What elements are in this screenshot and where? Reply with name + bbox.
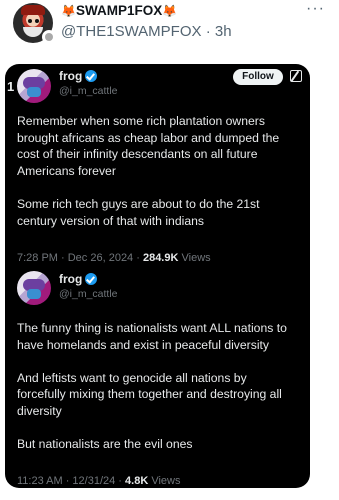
- tweet-text: The funny thing is nationalists want ALL…: [17, 320, 309, 453]
- frog-avatar-shape: [27, 289, 41, 299]
- tweet-timestamp: 7:28 PM · Dec 26, 2024 ·: [17, 252, 143, 264]
- follow-button: Follow: [233, 69, 283, 85]
- grok-icon: [290, 70, 302, 82]
- author-handle-line: @THE1SWAMPFOX · 3h: [61, 23, 232, 40]
- verified-badge-icon: [85, 70, 98, 82]
- tweet-meta: 7:28 PM · Dec 26, 2024 · 284.9K Views: [17, 252, 211, 264]
- verified-badge-icon: [85, 273, 98, 285]
- views-count: 284.9K: [142, 252, 179, 264]
- tweet-author-handle: @i_m_cattle: [59, 288, 118, 300]
- tweet-timestamp: 11:23 AM · 12/31/24 ·: [17, 475, 126, 487]
- tweet-paragraph: But nationalists are the evil ones: [17, 437, 193, 452]
- tweet-author-name: frog: [59, 69, 98, 83]
- author-display-name[interactable]: 🦊SWAMP1FOX🦊: [61, 3, 177, 18]
- handle-separator: ·: [205, 23, 215, 40]
- tweet-paragraph: The funny thing is nationalists want ALL…: [17, 321, 287, 352]
- views-label: Views: [148, 475, 181, 487]
- frog-avatar: [17, 271, 51, 305]
- tweet-paragraph: Remember when some rich plantation owner…: [17, 114, 280, 178]
- edge-number: 1: [7, 79, 15, 94]
- fox-emoji-icon: 🦊: [162, 4, 178, 18]
- tweet-paragraph: And leftists want to genocide all nation…: [17, 370, 282, 418]
- views-count: 4.8K: [125, 475, 149, 487]
- post-time[interactable]: 3h: [215, 23, 232, 40]
- tweet-author-handle: @i_m_cattle: [59, 85, 118, 97]
- author-handle[interactable]: @THE1SWAMPFOX: [61, 23, 202, 40]
- avatar-eye-right: [35, 19, 39, 23]
- avatar-eye-left: [28, 19, 32, 23]
- tweet-author-name: frog: [59, 272, 98, 286]
- fox-emoji-icon: 🦊: [61, 4, 76, 18]
- views-label: Views: [178, 252, 211, 264]
- frog-avatar-shape: [27, 87, 41, 97]
- tweet-text: Remember when some rich plantation owner…: [17, 113, 309, 229]
- post-header: 🦊SWAMP1FOX🦊 @THE1SWAMPFOX · 3h ···: [0, 0, 339, 56]
- tweet-meta: 11:23 AM · 12/31/24 · 4.8K Views: [17, 475, 180, 487]
- embedded-screenshot[interactable]: 1 frog @i_m_cattle Follow Remember when …: [5, 64, 310, 488]
- avatar-badge-icon: [42, 30, 56, 44]
- tweet-paragraph: Some rich tech guys are about to do the …: [17, 196, 260, 228]
- frog-avatar: [17, 69, 51, 103]
- avatar-beard-shape: [23, 27, 43, 37]
- more-options-icon[interactable]: ···: [306, 0, 325, 18]
- avatar-hat-shape: [21, 5, 45, 15]
